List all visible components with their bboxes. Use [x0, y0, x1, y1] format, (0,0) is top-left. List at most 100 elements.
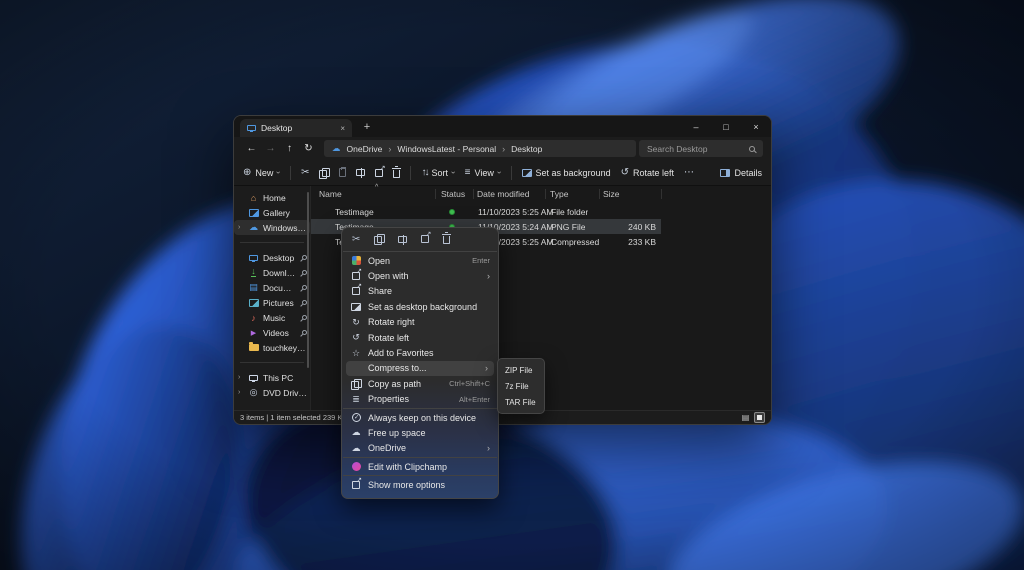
expand-chevron-icon[interactable]: › — [238, 389, 244, 396]
sidebar-item-pictures[interactable]: Pictures — [234, 295, 310, 310]
column-header-date-modified[interactable]: Date modified — [477, 186, 529, 202]
menu-item-set-as-desktop-background[interactable]: Set as desktop background — [342, 299, 498, 314]
desktop-icon — [248, 255, 259, 261]
photos-app-icon — [350, 256, 362, 265]
rotate-left-icon: ↺ — [350, 332, 362, 343]
sidebar-divider — [240, 242, 304, 243]
new-tab-button[interactable]: + — [358, 116, 376, 137]
more-options-button[interactable]: ⋯ — [684, 167, 694, 178]
cut-button[interactable]: ✂ — [301, 167, 309, 178]
menu-item-show-more-options[interactable]: Show more options — [342, 477, 498, 492]
sort-button[interactable]: ↑↓ Sort › — [421, 167, 454, 178]
menu-item-compress-to[interactable]: Compress to... › — [346, 361, 494, 376]
up-button[interactable]: ↑ — [280, 143, 299, 154]
tab-close-icon[interactable]: × — [340, 124, 345, 133]
videos-icon: ▶ — [248, 329, 259, 337]
breadcrumb[interactable]: ☁ OneDrive › WindowsLatest - Personal › … — [324, 140, 636, 157]
expand-chevron-icon[interactable]: › — [238, 224, 244, 231]
dvd-icon: ◎ — [248, 387, 259, 398]
share-icon — [350, 287, 362, 295]
sort-icon: ↑↓ — [421, 167, 427, 178]
minimize-button[interactable]: – — [681, 116, 711, 137]
sort-ascending-icon: ^ — [375, 184, 378, 191]
sidebar-item-dvd-drive[interactable]: › ◎ DVD Drive (D:) C — [234, 385, 310, 400]
forward-button[interactable]: → — [261, 143, 280, 154]
new-icon: ⊕ — [243, 167, 251, 178]
delete-icon[interactable] — [443, 236, 450, 244]
file-type: Compressed (zipp... — [551, 237, 601, 247]
column-header-status[interactable]: Status — [441, 186, 465, 202]
menu-item-properties[interactable]: ≣ Properties Alt+Enter — [342, 392, 498, 407]
breadcrumb-item[interactable]: Desktop — [511, 144, 542, 154]
file-row[interactable]: Testimage 11/10/2023 5:25 AM File folder — [311, 204, 661, 219]
menu-item-copy-as-path[interactable]: Copy as path Ctrl+Shift+C — [342, 376, 498, 391]
toolbar-divider — [511, 166, 512, 180]
sidebar-item-windowslatest[interactable]: › ☁ WindowsLatest — [234, 220, 310, 235]
delete-button[interactable] — [393, 170, 400, 178]
onedrive-icon: ☁ — [350, 443, 362, 454]
rotate-right-icon: ↻ — [350, 317, 362, 328]
menu-item-always-keep-on-this-device[interactable]: Always keep on this device — [342, 410, 498, 425]
submenu-chevron-icon: › — [485, 363, 488, 373]
expand-chevron-icon[interactable]: › — [238, 374, 244, 381]
copy-button[interactable] — [319, 168, 329, 178]
submenu-item-tar-file[interactable]: TAR File — [498, 394, 544, 410]
shortcut-label: Ctrl+Shift+C — [449, 379, 490, 388]
menu-item-share[interactable]: Share — [342, 284, 498, 299]
sidebar-item-this-pc[interactable]: › This PC — [234, 370, 310, 385]
menu-item-add-to-favorites[interactable]: ☆ Add to Favorites — [342, 345, 498, 360]
search-input[interactable]: Search Desktop — [639, 140, 763, 157]
paste-button[interactable] — [339, 168, 346, 177]
sidebar-item-touchkeyboard[interactable]: touchkeyboard — [234, 340, 310, 355]
submenu-item-zip-file[interactable]: ZIP File — [498, 362, 544, 378]
details-pane-button[interactable]: Details — [720, 168, 762, 178]
back-button[interactable]: ← — [242, 143, 261, 154]
menu-item-rotate-left[interactable]: ↺ Rotate left — [342, 330, 498, 345]
refresh-button[interactable]: ↻ — [299, 143, 318, 154]
close-button[interactable]: × — [741, 116, 771, 137]
sidebar-item-videos[interactable]: ▶ Videos — [234, 325, 310, 340]
column-header-size[interactable]: Size — [603, 186, 620, 202]
large-icons-view-toggle[interactable] — [754, 412, 765, 423]
copy-icon[interactable] — [374, 234, 384, 244]
breadcrumb-item[interactable]: OneDrive — [347, 144, 383, 154]
rotate-left-button[interactable]: ↺ Rotate left — [621, 167, 674, 178]
menu-item-onedrive[interactable]: ☁ OneDrive › — [342, 441, 498, 456]
set-as-background-button[interactable]: Set as background — [522, 168, 611, 178]
column-header-name[interactable]: Name — [319, 186, 342, 202]
rename-button[interactable] — [356, 169, 365, 176]
menu-item-free-up-space[interactable]: ☁ Free up space — [342, 425, 498, 440]
breadcrumb-item[interactable]: WindowsLatest - Personal — [397, 144, 496, 154]
sidebar-item-desktop[interactable]: Desktop — [234, 250, 310, 265]
copy-path-icon — [350, 379, 362, 389]
cut-icon[interactable]: ✂ — [352, 234, 360, 245]
menu-divider — [343, 251, 497, 252]
rename-icon[interactable] — [398, 236, 407, 243]
sidebar-item-gallery[interactable]: Gallery — [234, 205, 310, 220]
new-button[interactable]: ⊕ New › — [243, 167, 280, 178]
view-label: View — [475, 168, 494, 178]
menu-item-open[interactable]: Open Enter — [342, 253, 498, 268]
menu-item-edit-with-clipchamp[interactable]: Edit with Clipchamp — [342, 459, 498, 474]
onedrive-cloud-icon: ☁ — [332, 143, 341, 154]
submenu-item-7z-file[interactable]: 7z File — [498, 378, 544, 394]
share-button[interactable] — [375, 169, 383, 177]
column-header-type[interactable]: Type — [550, 186, 568, 202]
sidebar-item-documents[interactable]: ▤ Documents — [234, 280, 310, 295]
tab-desktop[interactable]: Desktop × — [240, 119, 352, 137]
cloud-icon: ☁ — [350, 427, 362, 438]
share-icon[interactable] — [421, 235, 429, 243]
open-with-icon — [350, 272, 362, 280]
sidebar-item-home[interactable]: ⌂ Home — [234, 190, 310, 205]
menu-item-open-with[interactable]: Open with › — [342, 268, 498, 283]
view-button[interactable]: ≡ View › — [465, 167, 501, 178]
file-type: File folder — [551, 207, 588, 217]
menu-item-rotate-right[interactable]: ↻ Rotate right — [342, 315, 498, 330]
sidebar-scrollbar[interactable] — [307, 192, 309, 368]
details-view-toggle[interactable]: ▤ — [740, 412, 751, 423]
address-bar: ← → ↑ ↻ ☁ OneDrive › WindowsLatest - Per… — [234, 137, 771, 160]
menu-divider — [343, 457, 497, 458]
sidebar-item-downloads[interactable]: ↓ Downloads — [234, 265, 310, 280]
maximize-button[interactable]: □ — [711, 116, 741, 137]
sidebar-item-music[interactable]: ♪ Music — [234, 310, 310, 325]
